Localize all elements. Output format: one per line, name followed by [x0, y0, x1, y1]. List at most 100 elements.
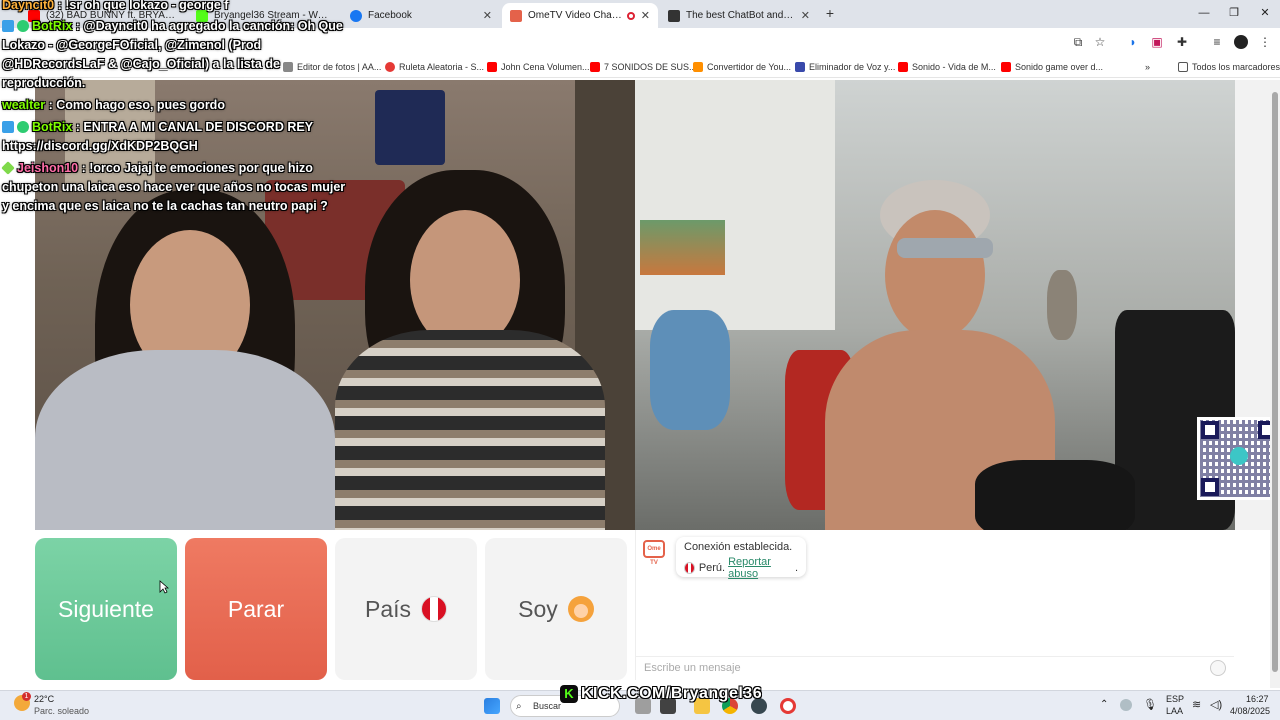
chat-username: wealter: [2, 98, 46, 112]
bot-badge-icon: [2, 20, 14, 32]
tab-chatbot[interactable]: The best ChatBot and Widgets ✕: [660, 3, 818, 28]
next-button[interactable]: Siguiente: [35, 538, 177, 680]
bookmark-item[interactable]: Sonido game over d...: [1001, 60, 1103, 74]
restore-icon[interactable]: ❐: [1227, 6, 1241, 20]
facebook-icon: [350, 9, 362, 22]
close-tab-icon[interactable]: ✕: [641, 9, 650, 22]
tray-app-icon[interactable]: [1120, 699, 1132, 711]
mouse-cursor-icon: [159, 580, 169, 594]
tab-facebook[interactable]: Facebook ✕: [342, 3, 500, 28]
chat-text: : !orco Jajaj te emociones por que hizo: [78, 161, 313, 175]
tray-chevron-icon[interactable]: ⌃: [1100, 699, 1108, 710]
close-window-icon[interactable]: ✕: [1258, 6, 1272, 20]
gender-button-label: Soy: [518, 595, 558, 622]
country-button[interactable]: País: [335, 538, 477, 680]
search-label: Buscar: [533, 701, 562, 711]
qr-finder: [1201, 421, 1219, 439]
system-message: Conexión establecida. Perú. Reportar abu…: [676, 537, 806, 580]
subscriber-badge-icon: [1, 161, 15, 175]
weather-desc: Parc. soleado: [34, 706, 90, 716]
bookmark-item[interactable]: Eliminador de Voz y...: [795, 60, 895, 74]
extension-audio-icon[interactable]: ◗: [1126, 35, 1140, 49]
profile-avatar[interactable]: [1234, 35, 1248, 49]
chat-username: BotRix: [32, 19, 73, 33]
chat-username: BotRix: [32, 120, 73, 134]
stream-chat-overlay: Dayncit0 : !sr oh que lokazo - george f …: [1, 0, 345, 220]
chat-message: Jeishon10 : !orco Jajaj te emociones por…: [1, 159, 313, 178]
youtube-icon: [487, 62, 497, 72]
ometv-logo-icon: Ome TV: [643, 540, 665, 566]
close-tab-icon[interactable]: ✕: [483, 9, 492, 22]
country-button-label: País: [364, 595, 412, 622]
kick-watermark: K KICK.COM/Bryangel36: [560, 684, 762, 704]
bookmark-label: Todos los marcadores: [1192, 62, 1280, 72]
bookmark-label: Eliminador de Voz y...: [809, 62, 896, 72]
converter-icon: [693, 62, 703, 72]
chat-message: BotRix : ENTRA A MI CANAL DE DISCORD REY: [2, 118, 313, 137]
weather-alert-badge: 1: [22, 692, 31, 701]
bookmarks-overflow-icon[interactable]: »: [1145, 60, 1150, 74]
self-video: [635, 80, 1235, 530]
next-button-label: Siguiente: [58, 595, 154, 622]
bookmark-label: Sonido game over d...: [1015, 62, 1104, 72]
recording-icon: [626, 11, 635, 20]
language-bottom[interactable]: LAA: [1166, 706, 1183, 716]
report-abuse-link[interactable]: Reportar abuso: [728, 556, 795, 580]
all-bookmarks[interactable]: Todos los marcadores: [1178, 60, 1280, 74]
new-tab-button[interactable]: +: [822, 5, 838, 21]
clock-date[interactable]: 4/08/2025: [1230, 706, 1270, 716]
emoji-icon[interactable]: [1210, 660, 1226, 676]
github-icon: [668, 9, 680, 22]
bookmark-item[interactable]: Convertidor de You...: [693, 60, 791, 74]
bookmark-item[interactable]: Sonido - Vida de M...: [898, 60, 996, 74]
scrollbar-thumb[interactable]: [1272, 92, 1278, 672]
minimize-icon[interactable]: —: [1197, 6, 1211, 20]
tab-title: The best ChatBot and Widgets: [686, 10, 795, 21]
chat-message-cont: chupeton una laica eso hace ver que años…: [2, 180, 346, 194]
bookmark-item[interactable]: 7 SONIDOS DE SUS...: [590, 60, 697, 74]
chat-username: Dayncit0: [2, 0, 55, 12]
youtube-icon: [590, 62, 600, 72]
bookmark-label: John Cena Volumen...: [501, 62, 590, 72]
bookmark-item[interactable]: John Cena Volumen...: [487, 60, 590, 74]
qr-finder: [1201, 478, 1219, 496]
menu-icon[interactable]: ⋮: [1258, 35, 1272, 49]
tab-title: OmeTV Video Chat — Omegle: [528, 10, 623, 21]
tab-ometv[interactable]: OmeTV Video Chat — Omegle ✕: [502, 3, 658, 28]
chat-username: Jeishon10: [17, 161, 79, 175]
bookmark-label: Ruleta Aleatoria - S...: [399, 62, 485, 72]
youtube-icon: [1001, 62, 1011, 72]
bookmark-item[interactable]: Ruleta Aleatoria - S...: [385, 60, 484, 74]
clock-time[interactable]: 16:27: [1246, 694, 1269, 704]
sunglasses: [897, 238, 993, 258]
person-pants: [975, 460, 1135, 530]
extension-record-icon[interactable]: ▣: [1150, 35, 1164, 49]
connection-status: Conexión establecida.: [684, 541, 793, 553]
stop-button[interactable]: Parar: [185, 538, 327, 680]
language-top[interactable]: ESP: [1166, 694, 1184, 704]
install-app-icon[interactable]: ⧉: [1071, 35, 1085, 49]
voice-remover-icon: [795, 62, 805, 72]
cabinet: [635, 80, 835, 330]
volume-icon[interactable]: ◁): [1210, 698, 1222, 711]
microphone-icon[interactable]: 🎙: [1143, 698, 1157, 711]
star-icon[interactable]: ☆: [1093, 35, 1107, 49]
extensions-icon[interactable]: ✚: [1175, 35, 1189, 49]
windows-start-icon[interactable]: [484, 698, 500, 714]
kick-url: KICK.COM/Bryangel36: [581, 685, 763, 702]
chat-message-cont: reproducción.: [2, 76, 86, 90]
opera-icon[interactable]: [780, 698, 796, 714]
chat-text: : !sr oh que lokazo - george f: [54, 0, 229, 12]
country-row: Perú. Reportar abuso.: [684, 556, 798, 580]
media-control-icon[interactable]: ≡: [1210, 35, 1224, 49]
chat-message-cont: y encima que es laica no te la cachas ta…: [2, 199, 328, 213]
wifi-icon[interactable]: ≋: [1192, 698, 1201, 711]
message-input[interactable]: Escribe un mensaje: [636, 656, 1234, 680]
gender-button[interactable]: Soy: [485, 538, 627, 680]
chat-message-cont: Lokazo - @GeorgeFOficial, @Zimenol (Prod: [2, 38, 262, 52]
close-tab-icon[interactable]: ✕: [801, 9, 810, 22]
person-face: [410, 210, 520, 350]
bookmark-label: Convertidor de You...: [707, 62, 792, 72]
kick-logo-icon: K: [560, 685, 578, 703]
chat-message-cont: https://discord.gg/XdKDP2BQGH: [2, 139, 198, 153]
